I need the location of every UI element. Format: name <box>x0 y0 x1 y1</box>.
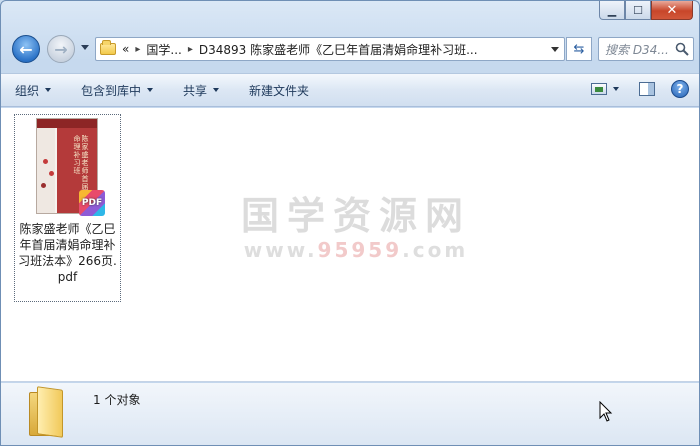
minimize-button[interactable]: ▁ <box>599 1 625 20</box>
organize-menu[interactable]: 组织 <box>15 82 52 99</box>
preview-pane-icon[interactable] <box>639 82 655 96</box>
cover-top-strip <box>37 119 97 128</box>
close-icon: ✕ <box>666 2 678 18</box>
breadcrumb-item-current[interactable]: D34893 陈家盛老师《乙巳年首届清娟命理补习班... <box>199 41 478 58</box>
share-menu[interactable]: 共享 <box>183 82 220 99</box>
include-library-label: 包含到库中 <box>81 83 142 98</box>
search-input[interactable]: 搜索 D34... <box>598 37 694 61</box>
folder-front <box>37 386 63 438</box>
breadcrumb-overflow[interactable]: « <box>122 42 129 56</box>
minimize-icon: ▁ <box>607 3 617 17</box>
item-count: 1 个对象 <box>93 393 141 407</box>
change-view-icon[interactable] <box>591 83 607 95</box>
forward-button[interactable]: → <box>47 35 75 63</box>
refresh-button[interactable]: ⇆ <box>566 37 592 61</box>
watermark: 国学资源网 www.95959.com <box>241 194 471 262</box>
search-placeholder: 搜索 D34... <box>605 42 669 57</box>
chevron-down-icon <box>213 88 220 92</box>
breadcrumb-separator-icon[interactable]: ▸ <box>188 44 193 55</box>
file-name-label[interactable]: 陈家盛老师《乙巳年首届清娟命理补习班法本》266页.pdf <box>15 221 120 285</box>
new-folder-label: 新建文件夹 <box>249 83 310 98</box>
address-dropdown-icon[interactable] <box>551 47 559 52</box>
chevron-down-icon <box>45 88 52 92</box>
cover-flower <box>43 159 48 164</box>
pdf-file-icon: PDF <box>79 190 105 216</box>
view-controls: ? <box>591 80 689 98</box>
breadcrumb-separator-icon[interactable]: ▸ <box>135 44 140 55</box>
file-item-pdf[interactable]: 陈家盛老师首届清娟命理补习班 PDF 陈家盛老师《乙巳年首届清娟命理补习班法本》… <box>14 114 121 302</box>
breadcrumb-item-parent[interactable]: 国学... <box>146 41 181 58</box>
explorer-window: ▁ ☐ ✕ ← → « ▸ 国学... ▸ D34893 陈家盛老师《乙巳年首届… <box>0 0 700 446</box>
watermark-url-suffix: .com <box>402 238 469 262</box>
share-label: 共享 <box>183 83 208 98</box>
new-folder-button[interactable]: 新建文件夹 <box>249 82 309 99</box>
back-arrow-icon: ← <box>19 39 33 59</box>
view-options-dropdown-icon[interactable] <box>613 87 619 91</box>
refresh-icon: ⇆ <box>573 41 585 57</box>
forward-arrow-icon: → <box>54 39 68 59</box>
address-bar[interactable]: « ▸ 国学... ▸ D34893 陈家盛老师《乙巳年首届清娟命理补习班... <box>95 37 565 61</box>
caption-buttons: ▁ ☐ ✕ <box>599 1 693 21</box>
details-pane: 1 个对象 <box>1 383 699 445</box>
watermark-text: 国学资源网 <box>241 194 472 238</box>
watermark-url-prefix: www. <box>243 238 318 262</box>
include-in-library-menu[interactable]: 包含到库中 <box>81 82 154 99</box>
cover-flower <box>41 183 46 188</box>
maximize-icon: ☐ <box>633 3 643 17</box>
folder-icon <box>29 386 65 438</box>
mouse-cursor-icon <box>599 401 613 422</box>
back-button[interactable]: ← <box>12 35 40 63</box>
close-button[interactable]: ✕ <box>651 1 693 20</box>
chevron-down-icon <box>147 88 154 92</box>
navigation-row: ← → « ▸ 国学... ▸ D34893 陈家盛老师《乙巳年首届清娟命理补习… <box>9 33 694 63</box>
watermark-url: www.95959.com <box>241 238 471 262</box>
file-list-area[interactable]: 陈家盛老师首届清娟命理补习班 PDF 陈家盛老师《乙巳年首届清娟命理补习班法本》… <box>1 108 699 382</box>
help-icon[interactable]: ? <box>671 80 689 98</box>
folder-icon <box>100 40 116 55</box>
watermark-url-number: 95959 <box>317 238 403 262</box>
command-bar: 组织 包含到库中 共享 新建文件夹 ? <box>1 73 699 107</box>
cover-flower <box>49 171 54 176</box>
maximize-button[interactable]: ☐ <box>625 1 651 20</box>
search-icon[interactable] <box>675 42 689 56</box>
recent-pages-dropdown-icon[interactable] <box>81 45 89 50</box>
organize-label: 组织 <box>15 83 40 98</box>
